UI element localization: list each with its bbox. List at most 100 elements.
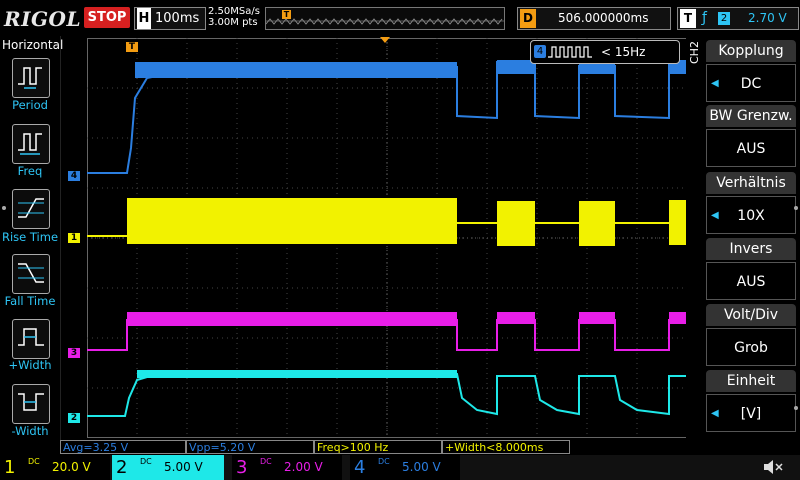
coupling-header: Kopplung: [706, 40, 796, 62]
measurement-vpp[interactable]: Vpp=5.20 V: [186, 440, 314, 454]
ch3-noise-band: [127, 312, 457, 326]
probe-ratio-value: 10X: [737, 208, 765, 224]
waveform-grid[interactable]: [87, 38, 687, 438]
run-stop-button[interactable]: STOP: [84, 7, 130, 28]
ch4-trace-pulses: [456, 61, 670, 120]
ch2-scale-value: 5.00 V: [164, 460, 203, 474]
rise-time-button[interactable]: [12, 189, 50, 229]
measure-menu-title: Horizontal: [2, 38, 64, 52]
menu-channel-label: CH2: [688, 41, 701, 64]
memory-depth: 3.00M pts: [208, 17, 258, 28]
period-label: Period: [12, 98, 48, 112]
unit-header: Einheit: [706, 370, 796, 392]
timebase-value: 100ms: [155, 11, 200, 26]
chevron-left-icon: ◀: [711, 78, 719, 89]
rise-time-icon: [18, 198, 44, 218]
invert-button[interactable]: AUS: [706, 262, 796, 300]
frequency-counter[interactable]: 4 < 15Hz: [530, 40, 680, 64]
fall-time-label: Fall Time: [4, 294, 56, 308]
chevron-left-icon: ◀: [711, 210, 719, 221]
trigger-key: T: [680, 9, 696, 28]
brand-logo: RIGOL: [4, 7, 82, 31]
knob-indicator-icon: [2, 206, 6, 210]
negative-width-button[interactable]: [12, 384, 50, 424]
counter-value: < 15Hz: [601, 45, 646, 59]
ch1-burst: [669, 200, 687, 245]
ch4-scale[interactable]: 4 DC 5.00 V: [350, 455, 460, 480]
ch1-burst: [497, 201, 535, 246]
ch4-offset-marker[interactable]: 4: [68, 171, 80, 181]
ch4-coupling: DC: [378, 457, 390, 466]
ch3-noise-band: [669, 312, 687, 324]
ch4-scale-value: 5.00 V: [402, 460, 441, 474]
fall-time-button[interactable]: [12, 254, 50, 294]
ch1-offset-marker[interactable]: 1: [68, 233, 80, 243]
overview-waveform: [266, 18, 504, 25]
bw-limit-value: AUS: [736, 141, 766, 157]
ch4-number: 4: [354, 457, 366, 478]
ch4-high-band: [497, 60, 535, 74]
sample-info: 2.50MSa/s 3.00M pts: [208, 6, 260, 28]
ch2-coupling: DC: [140, 457, 152, 466]
ch1-scale[interactable]: 1 DC 20.0 V: [0, 455, 110, 480]
trigger-display[interactable]: T ƒ 2 2.70 V: [677, 7, 799, 30]
unit-button[interactable]: ◀ [V]: [706, 394, 796, 432]
positive-width-label: +Width: [8, 358, 52, 372]
ch2-offset-marker[interactable]: 2: [68, 413, 80, 423]
probe-ratio-button[interactable]: ◀ 10X: [706, 196, 796, 234]
period-button[interactable]: [12, 58, 50, 98]
trigger-level: 2.70 V: [748, 11, 787, 25]
ch3-number: 3: [236, 457, 248, 478]
unit-value: [V]: [740, 406, 762, 422]
delay-value: 506.000000ms: [558, 11, 649, 25]
ch2-number: 2: [116, 457, 128, 478]
positive-width-button[interactable]: [12, 319, 50, 359]
bw-limit-button[interactable]: AUS: [706, 129, 796, 167]
negative-width-label: -Width: [11, 424, 49, 438]
trigger-source: 2: [718, 12, 730, 25]
freq-label: Freq: [17, 164, 43, 178]
ch1-coupling: DC: [28, 457, 40, 466]
pulse-wave-icon: [548, 46, 592, 58]
ch3-coupling: DC: [260, 457, 272, 466]
speaker-muted-icon[interactable]: [762, 458, 784, 476]
coupling-value: DC: [740, 76, 762, 92]
measurement-freq[interactable]: Freq>100 Hz: [314, 440, 442, 454]
volt-div-value: Grob: [734, 340, 768, 356]
knob-indicator-icon: [794, 406, 798, 410]
ch4-noise-band: [135, 62, 457, 78]
ch3-noise-band: [579, 312, 615, 324]
ch2-noise-band: [137, 370, 457, 378]
trigger-time-marker[interactable]: T: [126, 42, 138, 52]
rise-time-label: Rise Time: [1, 230, 59, 244]
ch3-offset-marker[interactable]: 3: [68, 348, 80, 358]
fall-time-icon: [18, 263, 44, 283]
ch2-scale[interactable]: 2 DC 5.00 V: [112, 455, 224, 480]
ch3-scale[interactable]: 3 DC 2.00 V: [232, 455, 342, 480]
measurement-width[interactable]: +Width<8.000ms: [442, 440, 570, 454]
timebase-key: H: [137, 8, 151, 29]
negative-width-icon: [18, 393, 44, 411]
sample-rate: 2.50MSa/s: [208, 6, 260, 17]
timebase-display[interactable]: H 100ms: [134, 7, 206, 30]
chevron-left-icon: ◀: [711, 408, 719, 419]
invert-value: AUS: [736, 274, 766, 290]
freq-button[interactable]: [12, 124, 50, 164]
delay-key: D: [520, 9, 536, 28]
ch3-noise-band: [497, 312, 535, 324]
ch1-burst: [579, 201, 615, 246]
rising-edge-icon: ƒ: [702, 10, 707, 26]
delay-display[interactable]: D 506.000000ms: [517, 7, 671, 30]
volt-div-button[interactable]: Grob: [706, 328, 796, 366]
ch4-trace: [87, 65, 458, 174]
period-icon: [18, 67, 42, 89]
measurement-avg[interactable]: Avg=3.25 V: [60, 440, 186, 454]
positive-width-icon: [18, 328, 44, 346]
invert-header: Invers: [706, 238, 796, 260]
knob-indicator-icon: [794, 206, 798, 210]
bw-limit-header: BW Grenzw.: [706, 105, 796, 127]
probe-ratio-header: Verhältnis: [706, 172, 796, 194]
coupling-button[interactable]: ◀ DC: [706, 64, 796, 102]
waveform-display: [87, 38, 687, 438]
waveform-overview-bar[interactable]: T: [265, 7, 505, 30]
